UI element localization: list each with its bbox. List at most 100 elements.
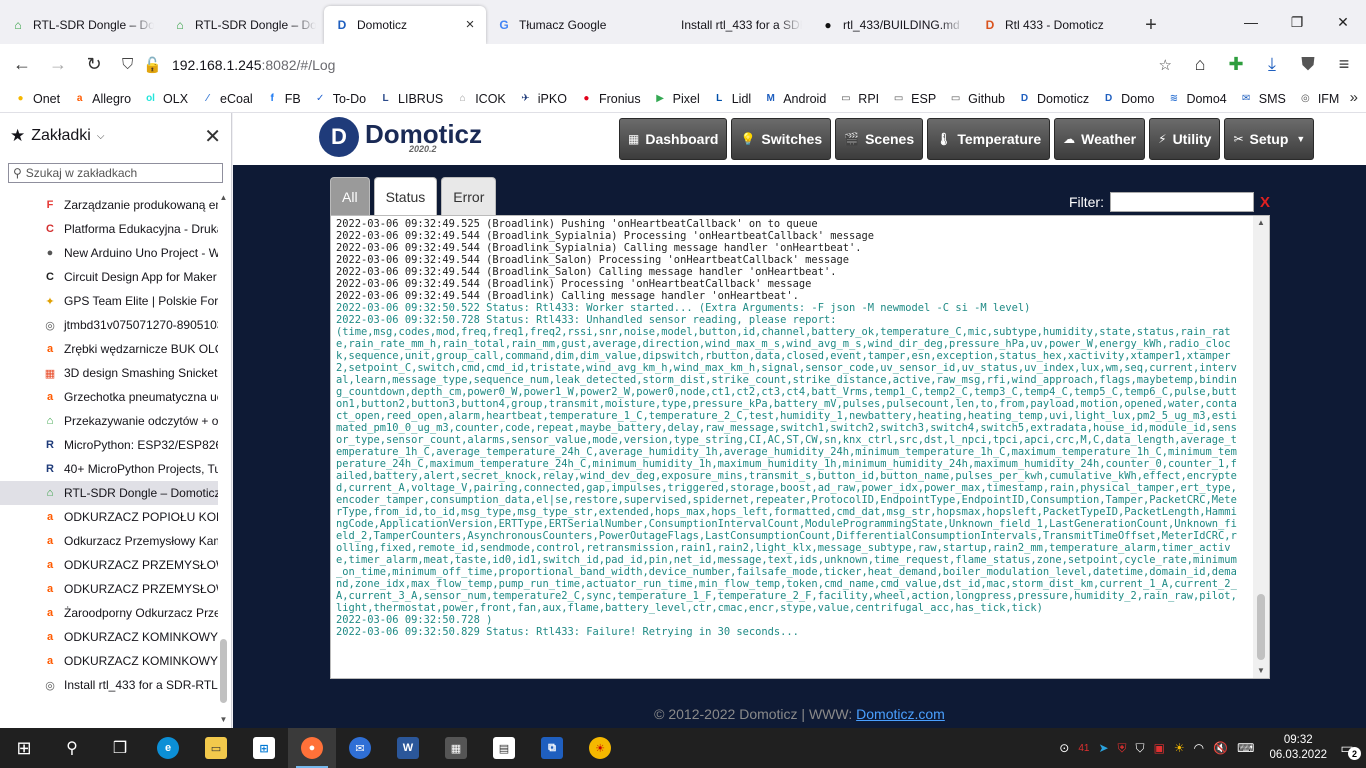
- nav-temperature-button[interactable]: 🌡 Temperature: [927, 118, 1051, 160]
- forward-icon[interactable]: →: [42, 49, 74, 81]
- sidebar-bookmark-item[interactable]: C Circuit Design App for Maker: [0, 265, 218, 289]
- security-shield-icon[interactable]: ⛨: [1118, 741, 1127, 756]
- sidebar-bookmark-item[interactable]: a ODKURZACZ PRZEMYSŁOWY: [0, 553, 218, 577]
- minimize-icon[interactable]: —: [1228, 0, 1274, 44]
- tab-status[interactable]: Status: [373, 177, 438, 215]
- firefox-icon[interactable]: ●: [288, 728, 336, 768]
- url-text[interactable]: 192.168.1.245:8082/#/Log: [172, 57, 1149, 73]
- sidebar-bookmark-item[interactable]: ◎ jtmbd31v075071270-89051030: [0, 313, 218, 337]
- scroll-down-icon[interactable]: ▼: [1253, 664, 1269, 678]
- store-icon[interactable]: ⊞: [240, 728, 288, 768]
- filter-input[interactable]: [1109, 192, 1254, 212]
- bookmark-allegro[interactable]: a Allegro: [67, 87, 136, 111]
- scroll-up-icon[interactable]: ▲: [1253, 216, 1269, 230]
- bookmark-sms[interactable]: ✉ SMS: [1234, 87, 1291, 111]
- bookmark-to-do[interactable]: ✓ To-Do: [308, 87, 371, 111]
- sidebar-title[interactable]: Zakładki: [31, 127, 91, 145]
- bookmark-domoticz[interactable]: D Domoticz: [1012, 87, 1094, 111]
- telegram-icon[interactable]: ➤: [1098, 741, 1108, 755]
- bookmark-fb[interactable]: f FB: [260, 87, 306, 111]
- scroll-up-icon[interactable]: ▲: [218, 193, 229, 205]
- scroll-down-icon[interactable]: ▼: [218, 715, 229, 727]
- bookmark-ipko[interactable]: ✈ iPKO: [513, 87, 572, 111]
- sidebar-bookmark-item[interactable]: a Grzechotka pneumatyczna uc: [0, 385, 218, 409]
- tab-error[interactable]: Error: [441, 177, 497, 215]
- bookmark-icok[interactable]: ⌂ ICOK: [450, 87, 511, 111]
- bookmark-pixel[interactable]: ▶ Pixel: [648, 87, 705, 111]
- bookmark-search-input[interactable]: ⚲ Szukaj w zakładkach: [8, 163, 223, 183]
- scroll-thumb[interactable]: [220, 639, 227, 703]
- sidebar-bookmark-item[interactable]: ● New Arduino Uno Project - W: [0, 241, 218, 265]
- start-button[interactable]: ⊞: [0, 728, 48, 768]
- tab-all[interactable]: All: [330, 177, 370, 215]
- calculator-icon[interactable]: ▦: [432, 728, 480, 768]
- insecure-lock-icon[interactable]: 🔓: [143, 56, 162, 74]
- task-view-icon[interactable]: ❒: [96, 728, 144, 768]
- scroll-thumb[interactable]: [1257, 594, 1265, 660]
- document-icon[interactable]: ▤: [480, 728, 528, 768]
- tab-close-icon[interactable]: ×: [462, 17, 478, 33]
- chevron-down-icon[interactable]: ⌵: [97, 131, 105, 142]
- more-bookmarks-icon[interactable]: »: [1350, 89, 1358, 106]
- bookmark-ifm[interactable]: ◎ IFM: [1293, 87, 1345, 111]
- ublock-icon[interactable]: ⛊: [1292, 49, 1324, 81]
- edge-icon[interactable]: e: [144, 728, 192, 768]
- nav-switches-button[interactable]: 💡 Switches: [731, 118, 832, 160]
- bookmark-lidl[interactable]: L Lidl: [707, 87, 756, 111]
- browser-tab[interactable]: ⌂ RTL-SDR Dongle – Dom: [162, 6, 324, 44]
- address-bar[interactable]: ⛉ 🔓 192.168.1.245:8082/#/Log ☆: [114, 50, 1180, 80]
- word-icon[interactable]: W: [384, 728, 432, 768]
- nav-scenes-button[interactable]: 🎬 Scenes: [835, 118, 924, 160]
- home-icon[interactable]: ⌂: [1184, 49, 1216, 81]
- bookmark-android[interactable]: M Android: [758, 87, 831, 111]
- close-window-icon[interactable]: ✕: [1320, 0, 1366, 44]
- sidebar-bookmark-item[interactable]: ⌂ RTL-SDR Dongle – Domoticz -: [0, 481, 218, 505]
- sidebar-bookmark-item[interactable]: a ODKURZACZ PRZEMYSŁOWY: [0, 577, 218, 601]
- log-output[interactable]: 2022-03-06 09:32:49.525 (Broadlink) Push…: [330, 215, 1270, 679]
- nav-setup-button[interactable]: ✂ Setup ▼: [1224, 118, 1315, 160]
- sidebar-bookmark-item[interactable]: ⌂ Przekazywanie odczytów + ol: [0, 409, 218, 433]
- bookmark-fronius[interactable]: ● Fronius: [574, 87, 646, 111]
- nav-utility-button[interactable]: ⚡ Utility: [1149, 118, 1221, 160]
- defender-icon[interactable]: ⛉: [1136, 741, 1145, 756]
- sidebar-bookmark-item[interactable]: ✦ GPS Team Elite | Polskie Forur: [0, 289, 218, 313]
- network-app-icon[interactable]: ⧉: [528, 728, 576, 768]
- back-icon[interactable]: ←: [6, 49, 38, 81]
- bookmark-librus[interactable]: L LIBRUS: [373, 87, 448, 111]
- alert-app-icon[interactable]: ▣: [1154, 741, 1165, 755]
- sidebar-bookmark-item[interactable]: a Żaroodporny Odkurzacz Prze: [0, 601, 218, 625]
- extension-puzzle-icon[interactable]: ✚: [1220, 49, 1252, 81]
- search-icon[interactable]: ⚲: [48, 728, 96, 768]
- sidebar-bookmark-item[interactable]: R MicroPython: ESP32/ESP8266: [0, 433, 218, 457]
- bookmark-star-icon[interactable]: ☆: [1159, 56, 1172, 74]
- bookmark-onet[interactable]: ● Onet: [8, 87, 65, 111]
- volume-muted-icon[interactable]: 🔇: [1213, 741, 1228, 755]
- restore-icon[interactable]: ❐: [1274, 0, 1320, 44]
- sidebar-bookmark-item[interactable]: a ODKURZACZ KOMINKOWY D: [0, 625, 218, 649]
- notification-center-icon[interactable]: ▭ 2: [1336, 737, 1361, 760]
- nav-dashboard-button[interactable]: ▦ Dashboard: [619, 118, 728, 160]
- browser-tab[interactable]: D Domoticz ×: [324, 6, 486, 44]
- weather-app-icon[interactable]: ☀: [576, 728, 624, 768]
- sidebar-scrollbar[interactable]: ▲ ▼: [218, 193, 229, 727]
- browser-tab[interactable]: ● rtl_433/BUILDING.md: [810, 6, 972, 44]
- download-icon[interactable]: ⤓: [1256, 49, 1288, 81]
- nav-weather-button[interactable]: ☁ Weather: [1054, 118, 1146, 160]
- sun-app-icon[interactable]: ☀: [1174, 741, 1185, 755]
- menu-icon[interactable]: ≡: [1328, 49, 1360, 81]
- browser-tab[interactable]: G Tłumacz Google: [486, 6, 648, 44]
- browser-tab[interactable]: D Rtl 433 - Domoticz: [972, 6, 1134, 44]
- cpu-monitor-icon[interactable]: ⊙: [1059, 741, 1069, 755]
- bookmark-domo[interactable]: D Domo: [1096, 87, 1159, 111]
- clock[interactable]: 09:32 06.03.2022: [1269, 733, 1327, 763]
- sidebar-bookmark-item[interactable]: ▦ 3D design Smashing Snicket |: [0, 361, 218, 385]
- sidebar-bookmark-item[interactable]: a Odkurzacz Przemysłowy Kam: [0, 529, 218, 553]
- bookmark-github[interactable]: ▭ Github: [943, 87, 1010, 111]
- sidebar-bookmark-item[interactable]: a ODKURZACZ KOMINKOWY D: [0, 649, 218, 673]
- wifi-icon[interactable]: ◠: [1194, 741, 1204, 755]
- bookmark-ecoal[interactable]: ⁄ eCoal: [195, 87, 258, 111]
- bookmark-domo4[interactable]: ≋ Domo4: [1161, 87, 1231, 111]
- clear-filter-icon[interactable]: X: [1260, 194, 1270, 211]
- browser-tab[interactable]: ⌂ RTL-SDR Dongle – Dom: [0, 6, 162, 44]
- tray-counter[interactable]: 41: [1078, 743, 1089, 754]
